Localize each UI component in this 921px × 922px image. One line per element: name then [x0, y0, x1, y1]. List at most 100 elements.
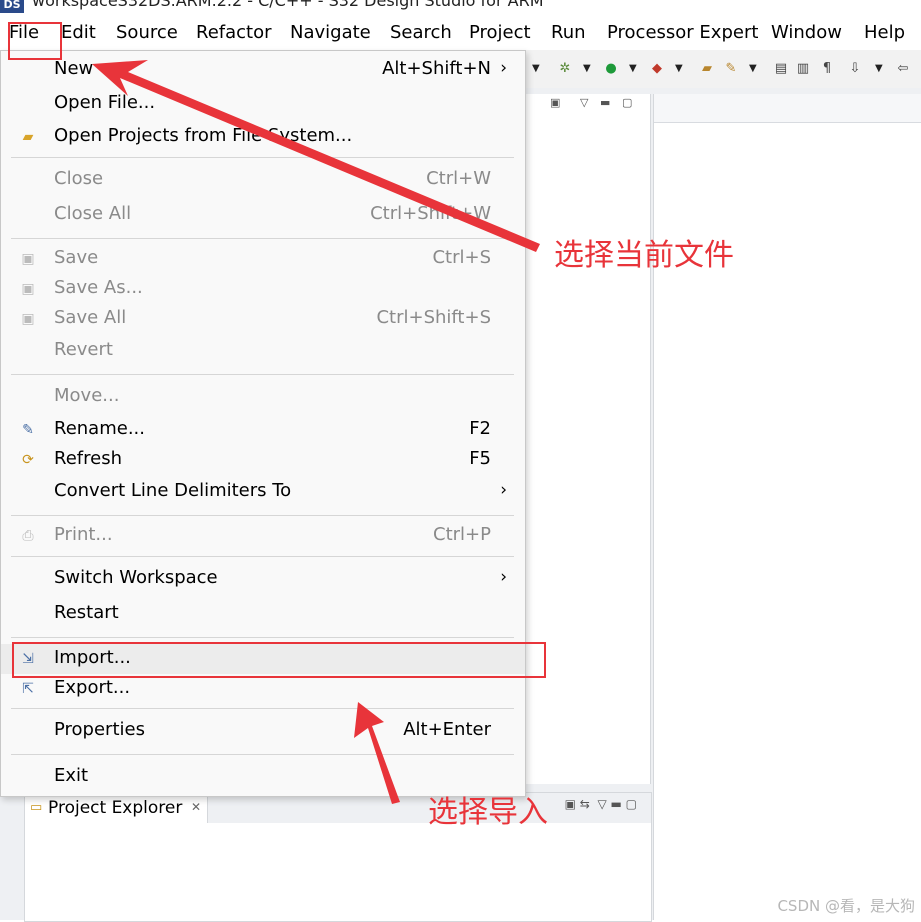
menu-item-revert[interactable]: Revert: [1, 336, 525, 366]
refresh-icon: ⟳: [22, 452, 34, 468]
chevron-right-icon: ›: [500, 58, 507, 78]
toggle-outline-icon[interactable]: ▥: [793, 59, 813, 79]
folder-icon: ▭: [30, 800, 43, 815]
menu-item-label: Open File...: [54, 92, 156, 113]
annotation-box-file-menu: [8, 22, 62, 60]
menu-item-open-projects[interactable]: ▰ Open Projects from File System...: [1, 122, 525, 152]
chevron-down-icon[interactable]: ▼: [583, 59, 591, 79]
menu-item-label: Convert Line Delimiters To: [54, 480, 292, 501]
chevron-down-icon[interactable]: ▼: [749, 59, 757, 79]
menu-processor-expert[interactable]: Processor Expert: [607, 22, 758, 43]
external-tools-icon[interactable]: ◆: [647, 59, 667, 79]
chevron-down-icon[interactable]: ▼: [875, 59, 883, 79]
menu-refactor[interactable]: Refactor: [196, 22, 272, 43]
menu-separator: [11, 238, 514, 239]
menu-item-label: Rename...: [54, 418, 145, 439]
menu-item-shortcut: Alt+Enter: [403, 719, 491, 740]
export-icon: ⇱: [22, 681, 34, 697]
file-menu-dropdown: New Alt+Shift+N › Open File... ▰ Open Pr…: [0, 50, 526, 797]
menu-item-shortcut: Alt+Shift+N: [382, 58, 491, 79]
chevron-down-icon[interactable]: ▼: [629, 59, 637, 79]
view-menu-icon[interactable]: ▣: [550, 96, 560, 109]
annotation-select-current-file: 选择当前文件: [554, 238, 734, 273]
menu-edit[interactable]: Edit: [61, 22, 96, 43]
menu-item-restart[interactable]: Restart: [1, 599, 525, 629]
menu-item-close-all[interactable]: Close All Ctrl+Shift+W: [1, 200, 525, 230]
toggle-view-icon[interactable]: ▤: [771, 59, 791, 79]
menu-project[interactable]: Project: [469, 22, 531, 43]
menu-item-close[interactable]: Close Ctrl+W: [1, 165, 525, 195]
chevron-down-icon[interactable]: ▼: [532, 59, 540, 79]
menu-navigate[interactable]: Navigate: [290, 22, 371, 43]
print-icon: ⎙: [22, 528, 34, 544]
watermark: CSDN @看，是大狗: [777, 897, 915, 915]
menu-item-label: Restart: [54, 602, 119, 623]
menu-item-shortcut: Ctrl+Shift+W: [370, 203, 491, 224]
menu-item-shortcut: F5: [469, 448, 491, 469]
menu-item-label: New: [54, 58, 94, 79]
menu-item-label: Print...: [54, 524, 113, 545]
menu-source[interactable]: Source: [116, 22, 178, 43]
menu-item-label: Close All: [54, 203, 132, 224]
menu-item-save-as[interactable]: ▣ Save As...: [1, 274, 525, 304]
next-annotation-icon[interactable]: ⇩: [845, 59, 865, 79]
project-explorer-view-controls[interactable]: ▣ ⇆ ▽ ▬ ▢: [565, 797, 637, 811]
menu-help[interactable]: Help: [864, 22, 905, 43]
menu-item-export[interactable]: ⇱ Export...: [1, 674, 525, 704]
menu-run[interactable]: Run: [551, 22, 586, 43]
chevron-down-icon[interactable]: ▼: [675, 59, 683, 79]
menu-item-refresh[interactable]: ⟳ Refresh F5: [1, 445, 525, 475]
maximize-icon[interactable]: ▢: [622, 96, 632, 109]
debug-icon[interactable]: ✲: [555, 59, 575, 79]
menu-item-label: Open Projects from File System...: [54, 125, 353, 146]
run-icon[interactable]: ●: [601, 59, 621, 79]
menu-item-rename[interactable]: ✎ Rename... F2: [1, 415, 525, 445]
back-icon[interactable]: ⇦: [893, 59, 913, 79]
save-as-icon: ▣: [21, 281, 35, 297]
save-all-icon: ▣: [21, 311, 35, 327]
chevron-right-icon: ›: [500, 480, 507, 500]
menu-separator: [11, 374, 514, 375]
project-explorer-panel: ▭ Project Explorer ✕ ▣ ⇆ ▽ ▬ ▢: [24, 792, 652, 922]
menu-item-properties[interactable]: Properties Alt+Enter: [1, 716, 525, 746]
menu-item-shortcut: F2: [469, 418, 491, 439]
minimize-icon[interactable]: ▬: [600, 96, 610, 109]
app-icon: DS: [0, 0, 24, 13]
menu-item-label: Exit: [54, 765, 89, 786]
menu-search[interactable]: Search: [390, 22, 452, 43]
menu-window[interactable]: Window: [771, 22, 842, 43]
project-explorer-tabbar: ▭ Project Explorer ✕ ▣ ⇆ ▽ ▬ ▢: [25, 793, 651, 823]
menu-separator: [11, 515, 514, 516]
menu-separator: [11, 708, 514, 709]
menu-item-print[interactable]: ⎙ Print... Ctrl+P: [1, 521, 525, 551]
open-folder-icon[interactable]: ▰: [697, 59, 717, 79]
menu-item-shortcut: Ctrl+W: [426, 168, 491, 189]
rename-icon: ✎: [22, 422, 34, 438]
menu-bar: File Edit Source Refactor Navigate Searc…: [0, 14, 921, 50]
annotation-select-import: 选择导入: [428, 795, 548, 830]
menu-item-move[interactable]: Move...: [1, 382, 525, 412]
menu-item-new[interactable]: New Alt+Shift+N ›: [1, 55, 525, 85]
menu-item-shortcut: Ctrl+Shift+S: [376, 307, 491, 328]
wand-icon[interactable]: ✎: [721, 59, 741, 79]
paragraph-icon[interactable]: ¶: [817, 59, 837, 79]
menu-item-save-all[interactable]: ▣ Save All Ctrl+Shift+S: [1, 304, 525, 334]
menu-item-convert-line-delimiters[interactable]: Convert Line Delimiters To ›: [1, 477, 525, 507]
menu-item-label: Refresh: [54, 448, 122, 469]
save-icon: ▣: [21, 251, 35, 267]
menu-item-open-file[interactable]: Open File...: [1, 89, 525, 119]
project-explorer-label: Project Explorer: [48, 798, 183, 818]
menu-separator: [11, 157, 514, 158]
menu-item-save[interactable]: ▣ Save Ctrl+S: [1, 244, 525, 274]
title-bar: DS workspaceS32DS.ARM.2.2 - C/C++ - S32 …: [0, 0, 921, 14]
menu-item-shortcut: Ctrl+S: [432, 247, 491, 268]
editor-area: [653, 94, 921, 920]
menu-item-label: Close: [54, 168, 104, 189]
menu-item-switch-workspace[interactable]: Switch Workspace ›: [1, 564, 525, 594]
close-icon[interactable]: ✕: [191, 800, 201, 814]
menu-item-label: Switch Workspace: [54, 567, 218, 588]
menu-separator: [11, 637, 514, 638]
chevron-down-icon[interactable]: ▽: [580, 96, 588, 109]
menu-item-label: Move...: [54, 385, 120, 406]
tab-project-explorer[interactable]: ▭ Project Explorer ✕: [25, 793, 208, 823]
